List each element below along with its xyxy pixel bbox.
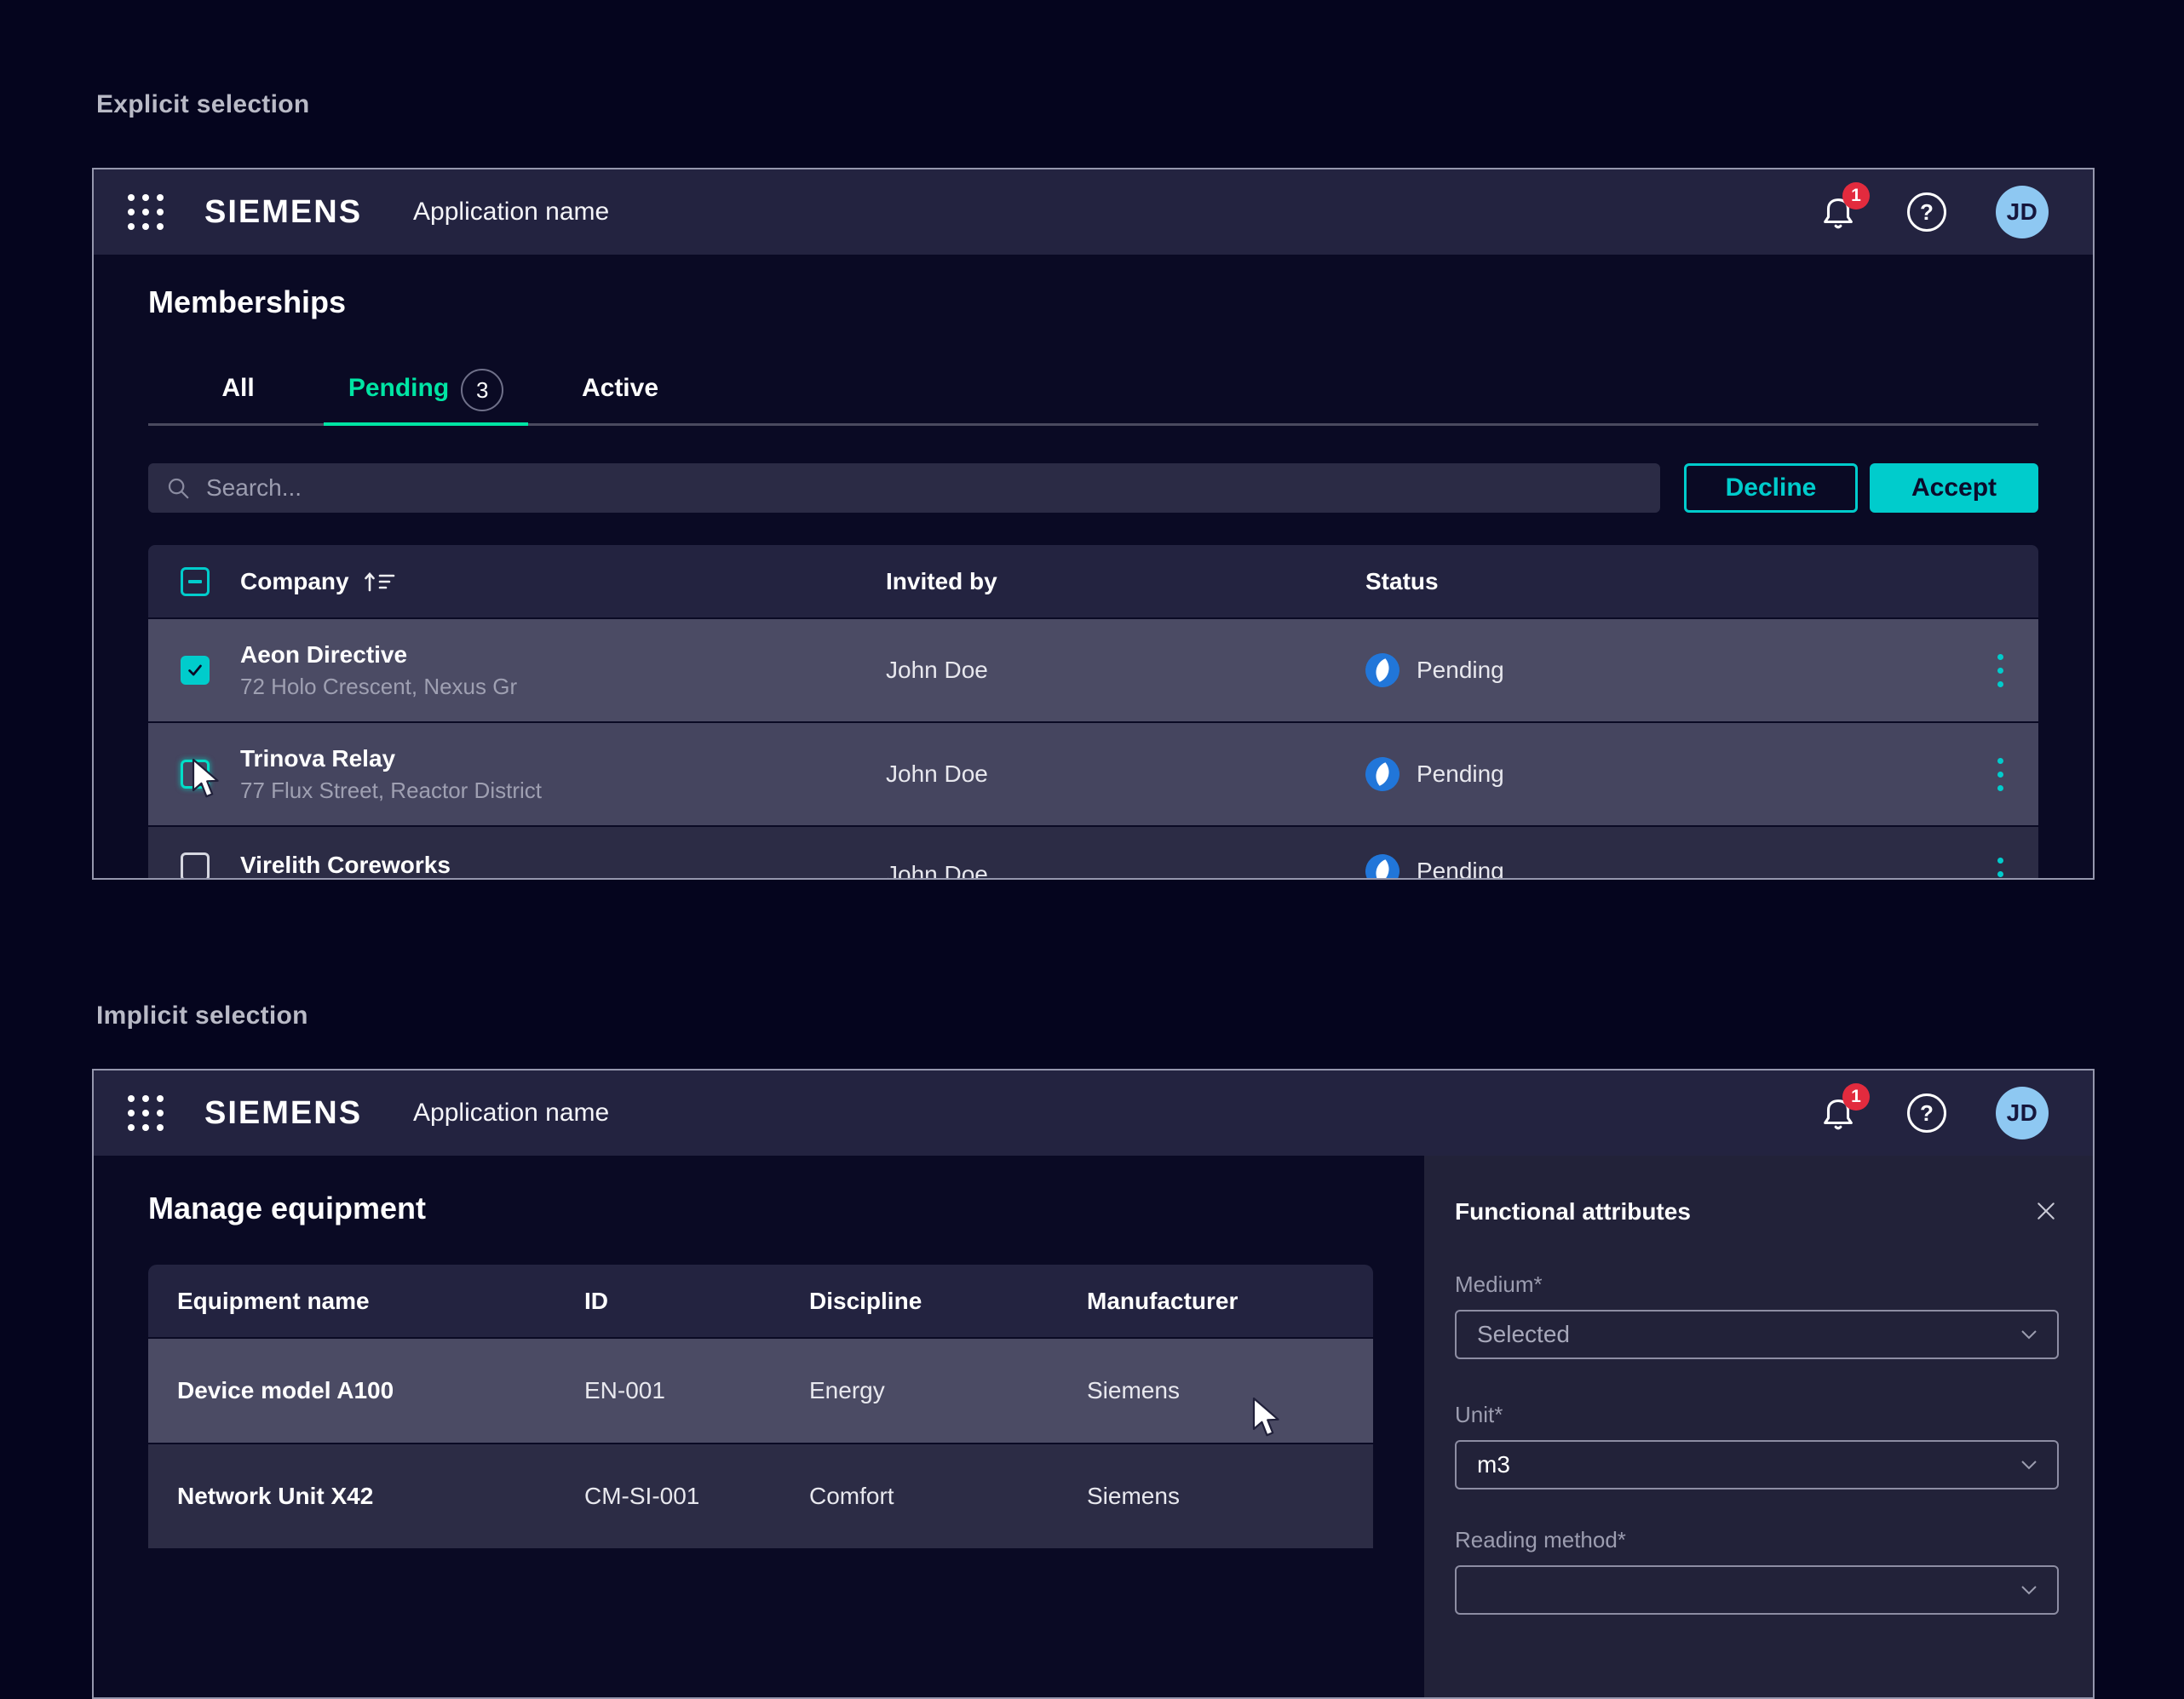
application-name: Application name: [413, 1099, 609, 1128]
memberships-window: SIEMENS Application name 1 ? JD Membersh…: [92, 168, 2095, 880]
section-label-implicit: Implicit selection: [96, 1002, 308, 1030]
section-label-explicit: Explicit selection: [96, 90, 309, 119]
row-checkbox-checked[interactable]: [181, 656, 210, 685]
mouse-cursor: [1251, 1397, 1282, 1439]
app-launcher-icon[interactable]: [126, 1093, 165, 1133]
company-name: Aeon Directive: [240, 640, 886, 669]
table-row[interactable]: Device model A100 EN-001 Energy Siemens: [148, 1339, 1373, 1443]
row-checkbox[interactable]: [181, 852, 210, 880]
mouse-cursor: [191, 758, 221, 801]
table-row[interactable]: Trinova Relay 77 Flux Street, Reactor Di…: [148, 723, 2038, 825]
table-row[interactable]: Virelith Coreworks John Doe Pending: [148, 827, 2038, 880]
equipment-window: SIEMENS Application name 1 ? JD Manage e…: [92, 1069, 2095, 1699]
company-name: Trinova Relay: [240, 744, 886, 773]
tab-pending[interactable]: Pending 3: [324, 372, 528, 423]
tab-bar: All Pending 3 Active: [148, 372, 2038, 426]
help-button[interactable]: ?: [1907, 192, 1946, 232]
equipment-table: Equipment name ID Discipline Manufacture…: [148, 1265, 1373, 1548]
user-avatar[interactable]: JD: [1996, 1087, 2049, 1139]
company-address: 77 Flux Street, Reactor District: [240, 777, 886, 804]
row-menu-button[interactable]: [1962, 654, 2038, 687]
notifications-button[interactable]: 1: [1819, 1093, 1858, 1133]
invited-by-value: John Doe: [886, 657, 1365, 684]
tab-active[interactable]: Active: [552, 372, 688, 423]
panel-title: Functional attributes: [1455, 1198, 1691, 1225]
column-manufacturer: Manufacturer: [1058, 1288, 1373, 1315]
question-mark: ?: [1920, 1100, 1934, 1127]
pending-status-icon: [1362, 650, 1403, 691]
reading-method-select[interactable]: [1455, 1565, 2059, 1615]
chevron-down-icon: [2020, 1329, 2038, 1340]
app-launcher-icon[interactable]: [126, 192, 165, 232]
close-icon[interactable]: [2033, 1198, 2059, 1224]
chevron-down-icon: [2020, 1459, 2038, 1471]
select-all-checkbox[interactable]: [181, 567, 210, 596]
sort-ascending-icon[interactable]: [363, 569, 397, 594]
invited-by-value: John Doe: [886, 861, 1365, 880]
application-name: Application name: [413, 198, 609, 227]
app-bar: SIEMENS Application name 1 ? JD: [94, 1070, 2093, 1156]
column-status: Status: [1365, 568, 1962, 595]
column-discipline: Discipline: [780, 1288, 1058, 1315]
equipment-id: EN-001: [555, 1377, 780, 1404]
row-menu-button[interactable]: [1962, 758, 2038, 791]
search-icon: [165, 475, 191, 501]
notification-badge: 1: [1842, 182, 1870, 210]
help-button[interactable]: ?: [1907, 1093, 1946, 1133]
notification-badge: 1: [1842, 1083, 1870, 1111]
column-id: ID: [555, 1288, 780, 1315]
question-mark: ?: [1920, 199, 1934, 226]
pending-status-icon: [1362, 851, 1403, 880]
equipment-id: CM-SI-001: [555, 1483, 780, 1510]
user-avatar[interactable]: JD: [1996, 186, 2049, 238]
column-invited-by: Invited by: [886, 568, 1365, 595]
search-input[interactable]: [204, 474, 1643, 502]
table-header-row: Equipment name ID Discipline Manufacture…: [148, 1265, 1373, 1337]
field-label-unit: Unit*: [1455, 1402, 2059, 1428]
accept-button[interactable]: Accept: [1870, 463, 2038, 513]
pending-count-badge: 3: [461, 369, 503, 411]
company-name: Virelith Coreworks: [240, 851, 886, 880]
decline-button[interactable]: Decline: [1684, 463, 1858, 513]
column-company: Company: [240, 568, 349, 595]
chevron-down-icon: [2020, 1584, 2038, 1596]
status-value: Pending: [1417, 858, 1504, 880]
app-bar: SIEMENS Application name 1 ? JD: [94, 169, 2093, 255]
functional-attributes-panel: Functional attributes Medium* Selected U…: [1424, 1156, 2093, 1699]
medium-value: Selected: [1477, 1321, 1570, 1348]
page-title: Memberships: [148, 284, 2038, 321]
notifications-button[interactable]: 1: [1819, 192, 1858, 232]
table-header-row: Company Invited by Status: [148, 545, 2038, 617]
table-row[interactable]: Aeon Directive 72 Holo Crescent, Nexus G…: [148, 619, 2038, 721]
field-label-medium: Medium*: [1455, 1271, 2059, 1298]
equipment-name: Device model A100: [148, 1377, 555, 1404]
unit-select[interactable]: m3: [1455, 1440, 2059, 1489]
equipment-manufacturer: Siemens: [1058, 1377, 1373, 1404]
field-label-reading-method: Reading method*: [1455, 1527, 2059, 1553]
siemens-logo: SIEMENS: [204, 194, 362, 231]
status-value: Pending: [1417, 761, 1504, 788]
memberships-table: Company Invited by Status Aeon Directive…: [148, 545, 2038, 880]
equipment-manufacturer: Siemens: [1058, 1483, 1373, 1510]
status-value: Pending: [1417, 657, 1504, 684]
siemens-logo: SIEMENS: [204, 1095, 362, 1132]
equipment-discipline: Comfort: [780, 1483, 1058, 1510]
medium-select[interactable]: Selected: [1455, 1310, 2059, 1359]
column-equipment-name: Equipment name: [148, 1288, 555, 1315]
indeterminate-mark: [188, 580, 202, 583]
company-address: 72 Holo Crescent, Nexus Gr: [240, 673, 886, 700]
search-field[interactable]: [148, 463, 1660, 513]
pending-status-icon: [1362, 754, 1403, 795]
table-row[interactable]: Network Unit X42 CM-SI-001 Comfort Sieme…: [148, 1444, 1373, 1548]
row-menu-button[interactable]: [1962, 858, 2038, 880]
equipment-name: Network Unit X42: [148, 1483, 555, 1510]
equipment-discipline: Energy: [780, 1377, 1058, 1404]
check-icon: [186, 661, 204, 680]
unit-value: m3: [1477, 1451, 1510, 1478]
invited-by-value: John Doe: [886, 761, 1365, 788]
tab-all[interactable]: All: [181, 372, 296, 423]
